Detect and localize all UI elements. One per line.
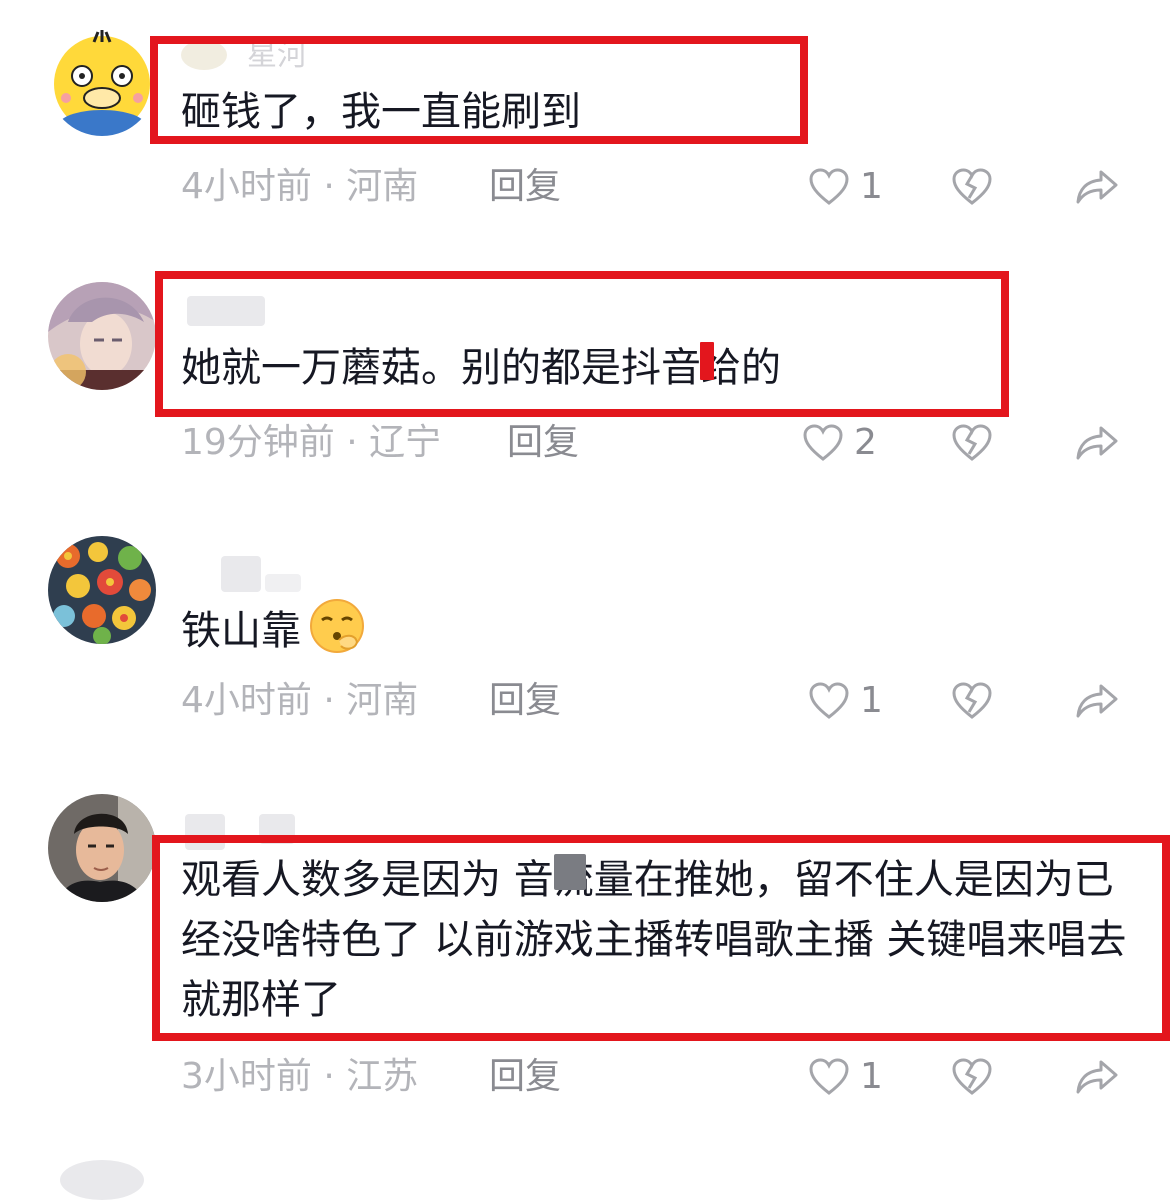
like-count: 1 (860, 680, 883, 721)
heart-outline-icon (809, 1058, 849, 1095)
username[interactable] (181, 544, 471, 592)
dislike-button[interactable] (951, 423, 993, 467)
share-arrow-icon (1076, 426, 1118, 460)
heart-outline-icon (809, 682, 849, 719)
time-location: 4小时前 · 河南 (181, 680, 419, 721)
next-comment-avatar (60, 1160, 144, 1200)
comment-actions: 3小时前 · 江苏 回复 1 (181, 1052, 1141, 1102)
broken-heart-icon (952, 682, 992, 719)
reply-button[interactable]: 回复 (507, 418, 579, 468)
share-button[interactable] (1074, 1057, 1120, 1101)
highlight-box (152, 835, 1170, 1041)
dislike-button[interactable] (951, 681, 993, 725)
highlight-box (155, 271, 1009, 417)
share-arrow-icon (1076, 684, 1118, 718)
man-photo-avatar[interactable] (48, 794, 156, 902)
broken-heart-icon (952, 424, 992, 461)
reply-button[interactable]: 回复 (489, 1052, 561, 1102)
reply-button[interactable]: 回复 (489, 162, 561, 212)
duck-cartoon-avatar[interactable] (48, 28, 156, 136)
comment-text-content: 铁山靠 (181, 608, 301, 654)
share-button[interactable] (1074, 681, 1120, 725)
reply-button[interactable]: 回复 (489, 676, 561, 726)
highlight-box (150, 36, 808, 144)
heart-outline-icon (803, 424, 843, 461)
dislike-button[interactable] (951, 167, 993, 211)
shushing-face-emoji (307, 596, 367, 673)
like-count: 2 (854, 422, 877, 463)
broken-heart-icon (952, 168, 992, 205)
dislike-button[interactable] (951, 1057, 993, 1101)
share-arrow-icon (1076, 170, 1118, 204)
comment-actions: 4小时前 · 河南 回复 1 (181, 676, 1141, 726)
anime-character-avatar[interactable] (48, 282, 156, 390)
share-button[interactable] (1074, 423, 1120, 467)
floral-pattern-avatar[interactable] (48, 536, 156, 644)
time-location: 4小时前 · 河南 (181, 166, 419, 207)
time-location: 19分钟前 · 辽宁 (181, 422, 442, 463)
comment-actions: 19分钟前 · 辽宁 回复 2 (181, 418, 1141, 468)
comment-actions: 4小时前 · 河南 回复 1 (181, 162, 1141, 212)
time-location: 3小时前 · 江苏 (181, 1056, 419, 1097)
broken-heart-icon (952, 1058, 992, 1095)
heart-outline-icon (809, 168, 849, 205)
like-count: 1 (860, 166, 883, 207)
like-count: 1 (860, 1056, 883, 1097)
share-arrow-icon (1076, 1060, 1118, 1094)
comment-text: 铁山靠 (181, 596, 367, 673)
share-button[interactable] (1074, 167, 1120, 211)
